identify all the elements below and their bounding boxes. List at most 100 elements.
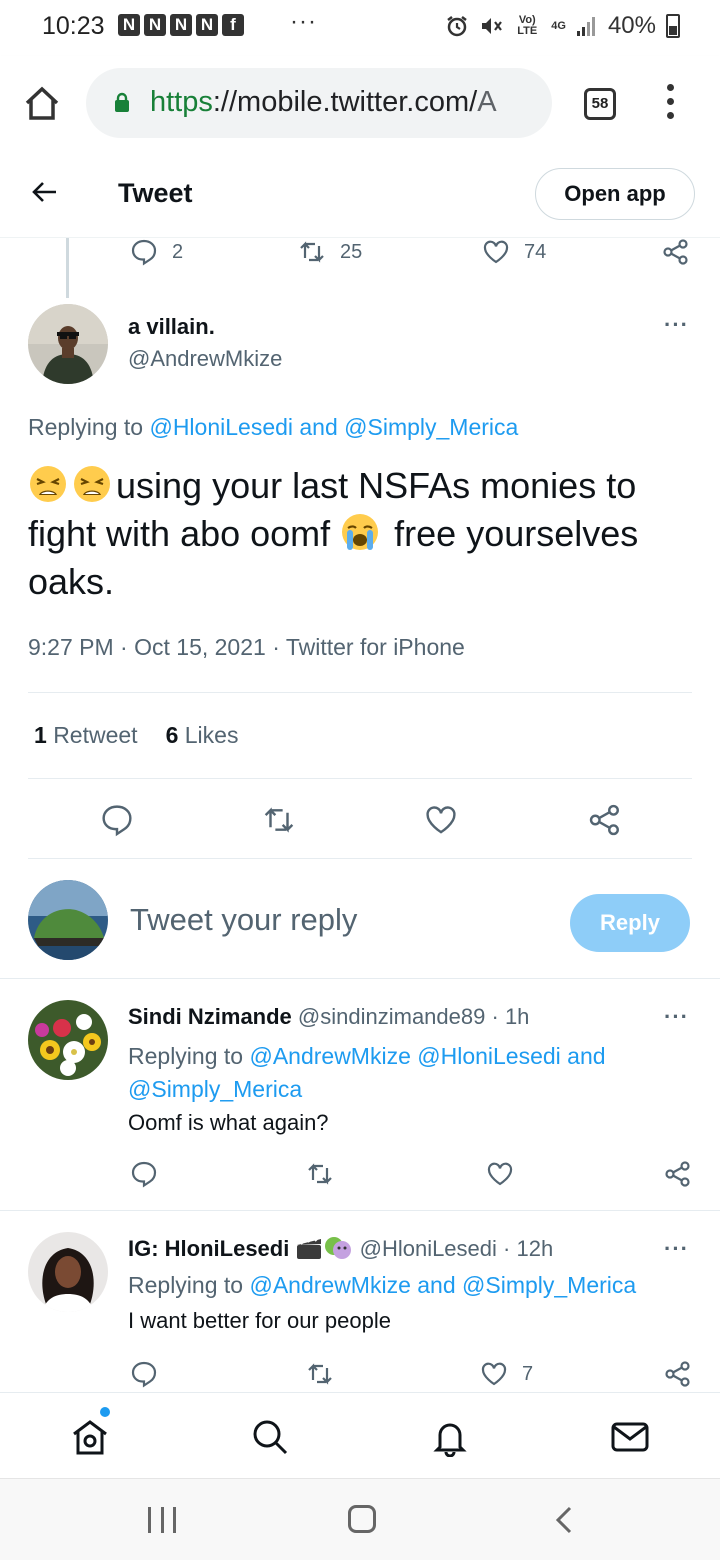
tweet-time[interactable]: 9:27 PM <box>28 634 114 660</box>
loudly-crying-face-emoji-icon <box>342 514 379 550</box>
avatar[interactable] <box>28 304 108 384</box>
divider <box>28 778 692 779</box>
reply-avatar[interactable] <box>28 1232 108 1312</box>
reply-time[interactable]: · 1h <box>492 1004 530 1029</box>
more-options-icon[interactable]: ··· <box>664 1236 689 1262</box>
home-icon[interactable] <box>22 84 62 124</box>
flowers-avatar-image <box>28 1000 108 1080</box>
like-count: 74 <box>524 240 547 263</box>
status-time: 10:23 <box>42 12 105 40</box>
parent-like-action[interactable]: 74 <box>482 238 546 266</box>
share-icon[interactable] <box>664 1360 692 1388</box>
divider <box>0 978 720 979</box>
url-rest: ://mobile.twitter.com/ <box>212 86 478 118</box>
back-chevron-icon[interactable] <box>552 1505 576 1535</box>
home-icon[interactable] <box>70 1417 110 1457</box>
url-scheme: https <box>150 86 213 118</box>
more-options-icon[interactable]: ··· <box>664 312 689 338</box>
portrait-avatar-image <box>28 1232 108 1312</box>
reply-input[interactable]: Tweet your reply <box>130 902 357 938</box>
tweet-date[interactable]: Oct 15, 2021 <box>134 634 266 660</box>
clapper-board-emoji-icon <box>297 1236 322 1259</box>
recents-icon[interactable] <box>148 1507 176 1533</box>
replying-to-link[interactable]: @Simply_Merica <box>128 1076 302 1102</box>
open-app-button[interactable]: Open app <box>535 168 695 220</box>
divider <box>28 858 692 859</box>
heart-icon[interactable] <box>424 803 458 837</box>
meta-separator: · <box>113 634 135 660</box>
bottom-navigation <box>0 1392 720 1478</box>
user-avatar[interactable] <box>28 880 108 960</box>
retweet-icon[interactable] <box>262 803 296 837</box>
replying-to-link[interactable]: @AndrewMkize and @Simply_Merica <box>249 1272 636 1298</box>
tweet-header: Tweet Open app <box>0 152 720 238</box>
reply-avatar[interactable] <box>28 1000 108 1080</box>
system-navigation-bar <box>0 1478 720 1560</box>
browser-menu-icon[interactable] <box>664 84 676 124</box>
retweet-icon[interactable] <box>306 1160 334 1188</box>
reply-icon <box>131 239 157 266</box>
tab-switcher-button[interactable]: 58 <box>584 88 616 120</box>
reply-button[interactable]: Reply <box>570 894 690 952</box>
island-avatar-image <box>28 880 108 960</box>
replying-to-link[interactable]: @HloniLesedi and @Simply_Merica <box>149 414 518 440</box>
facebook-notification-icon: f <box>222 14 244 36</box>
status-right: Vo) LTE 4G 40% <box>445 12 680 40</box>
like-total: 6 <box>165 722 179 748</box>
reply-author-handle[interactable]: @HloniLesedi <box>360 1236 497 1261</box>
thread-connector <box>66 238 69 298</box>
tweet-text: using your last NSFAs monies to fight wi… <box>28 462 698 606</box>
reply-like-action[interactable]: 7 <box>480 1360 533 1388</box>
reply-header: Sindi Nzimande @sindinzimande89 · 1h <box>128 1004 529 1030</box>
back-arrow-icon[interactable] <box>30 178 58 206</box>
divider <box>28 692 692 693</box>
url-text: https://mobile.twitter.com/A <box>150 86 497 119</box>
battery-icon <box>666 14 680 38</box>
new-content-dot <box>100 1407 110 1417</box>
replying-prefix: Replying to <box>128 1272 250 1298</box>
reply-replying-to: Replying to @AndrewMkize @HloniLesedi an… <box>128 1040 688 1106</box>
reply-icon[interactable] <box>100 803 134 837</box>
parent-retweet-action[interactable]: 25 <box>298 238 362 266</box>
reply-author-name[interactable]: IG: HloniLesedi <box>128 1236 289 1261</box>
browser-toolbar: https://mobile.twitter.com/A 58 <box>0 56 720 152</box>
likes-link[interactable]: 6 Likes <box>166 722 239 748</box>
reply-time[interactable]: · 12h <box>503 1236 553 1261</box>
lock-icon <box>115 92 129 112</box>
heart-icon[interactable] <box>486 1160 514 1188</box>
status-bar: 10:23 N N N N f ··· Vo) LTE 4G 40% <box>0 0 720 56</box>
replying-prefix: Replying to <box>28 414 150 440</box>
heart-icon <box>481 1362 507 1386</box>
parent-reply-action[interactable]: 2 <box>130 238 183 266</box>
divider <box>0 1210 720 1211</box>
search-icon[interactable] <box>250 1417 290 1457</box>
parent-share-action[interactable] <box>662 238 690 266</box>
weary-face-emoji-icon <box>74 466 110 502</box>
reply-icon[interactable] <box>130 1160 158 1188</box>
share-icon[interactable] <box>664 1160 692 1188</box>
mute-icon <box>482 18 503 34</box>
address-bar[interactable]: https://mobile.twitter.com/A <box>86 68 552 138</box>
home-button-icon[interactable] <box>348 1505 376 1533</box>
more-options-icon[interactable]: ··· <box>664 1004 689 1030</box>
reply-author-handle[interactable]: @sindinzimande89 <box>298 1004 485 1029</box>
share-icon[interactable] <box>588 803 622 837</box>
volte-label: Vo) LTE <box>517 14 538 37</box>
notifications-bell-icon[interactable] <box>430 1417 470 1457</box>
netflix-notification-icon: N <box>118 14 140 36</box>
netflix-notification-icon: N <box>144 14 166 36</box>
retweet-icon[interactable] <box>306 1360 334 1388</box>
reply-icon[interactable] <box>130 1360 158 1388</box>
retweets-link[interactable]: 1 Retweet <box>34 722 138 748</box>
messages-envelope-icon[interactable] <box>610 1417 650 1457</box>
network-type: 4G <box>551 19 566 32</box>
author-handle[interactable]: @AndrewMkize <box>128 346 282 372</box>
replying-to-link[interactable]: @AndrewMkize @HloniLesedi and <box>249 1043 605 1069</box>
avatar-image <box>28 304 108 384</box>
alarm-icon <box>447 16 468 37</box>
netflix-notification-icon: N <box>170 14 192 36</box>
reply-author-name[interactable]: Sindi Nzimande <box>128 1004 292 1029</box>
retweet-total: 1 <box>34 722 47 748</box>
signal-icon <box>576 17 595 36</box>
author-name[interactable]: a villain. <box>128 314 215 340</box>
